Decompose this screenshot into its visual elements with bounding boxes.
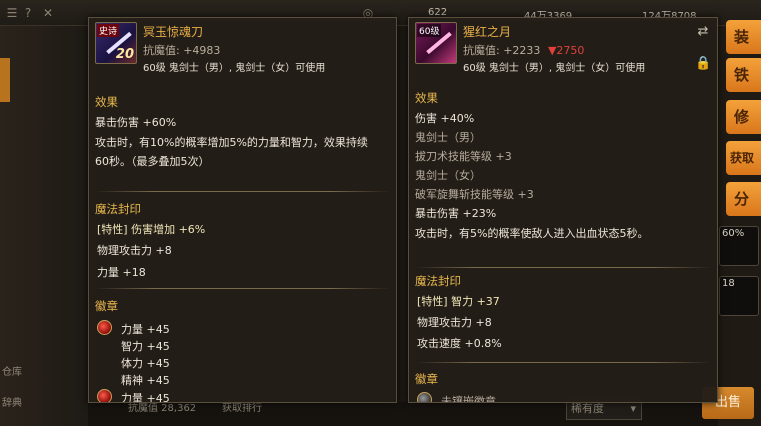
- sort-select-value: 稀有度: [571, 402, 604, 415]
- divider: [95, 191, 390, 192]
- item-name: 猩红之月: [463, 25, 512, 39]
- lock-icon[interactable]: 🔒: [695, 56, 711, 72]
- slot-label: 60%: [722, 228, 745, 239]
- sidebar-active-tab[interactable]: [0, 58, 10, 102]
- emblem-header: 徽章: [415, 372, 438, 386]
- sidebar-item-warehouse[interactable]: 仓库: [2, 363, 22, 378]
- emblem-line: 力量 +45: [121, 392, 170, 403]
- help-icon[interactable]: ?: [20, 5, 36, 21]
- share-icon[interactable]: ⇄: [695, 24, 711, 40]
- effect-line: 破军旋舞斩技能等级 +3: [415, 188, 534, 201]
- seal-header: 魔法封印: [415, 274, 461, 288]
- seal-line: 攻击速度 +0.8%: [417, 337, 502, 350]
- effect-line: 伤害 +40%: [415, 112, 475, 125]
- emblem-line: 智力 +45: [121, 340, 170, 353]
- effect-line: 攻击时，有10%的概率增加5%的力量和智力，效果持续: [95, 136, 368, 149]
- effect-line: 暴击伤害 +60%: [95, 116, 177, 129]
- item-icon: 史诗 20: [95, 22, 137, 64]
- effect-header: 效果: [95, 95, 118, 109]
- emblem-line: 精神 +45: [121, 374, 170, 387]
- effect-line: 暴击伤害 +23%: [415, 207, 497, 220]
- divider: [415, 362, 711, 363]
- resist-number: +4983: [183, 44, 221, 57]
- emblem-line: 力量 +45: [121, 323, 170, 336]
- item-name: 冥玉惊魂刀: [143, 25, 204, 39]
- sidebar-item-dict[interactable]: 辞典: [2, 394, 22, 409]
- rarity-badge: 史诗: [97, 24, 120, 37]
- menu-icon[interactable]: ☰: [4, 5, 20, 21]
- effect-header: 效果: [415, 91, 438, 105]
- effect-line: 攻击时，有5%的概率使敌人进入出血状态5秒。: [415, 227, 649, 240]
- seal-line: 力量 +18: [97, 266, 146, 279]
- inventory-slot[interactable]: 18: [719, 276, 759, 316]
- effect-line: 拔刀术技能等级 +3: [415, 150, 512, 163]
- seal-line: 物理攻击力 +8: [97, 244, 172, 257]
- resist-label: 抗魔值:: [463, 44, 500, 57]
- divider: [95, 288, 390, 289]
- seal-line: 物理攻击力 +8: [417, 316, 492, 329]
- resist-label: 抗魔值:: [143, 44, 180, 57]
- effect-line: 鬼剑士（女）: [415, 169, 481, 182]
- equip-button[interactable]: 装: [726, 20, 761, 54]
- seal-line: [特性] 伤害增加 +6%: [97, 223, 206, 236]
- requirement: 60级 鬼剑士（男）, 鬼剑士（女）可使用: [143, 63, 326, 74]
- iron-button[interactable]: 铁: [726, 58, 761, 92]
- resist-value: 抗魔值: +2233 ▼2750: [463, 42, 584, 58]
- emblem-icon: [97, 389, 112, 402]
- resist-value: 抗魔值: +4983: [143, 42, 220, 58]
- emblem-line: 体力 +45: [121, 357, 170, 370]
- emblem-line: 未镶嵌徽章: [441, 395, 496, 403]
- effect-line: 鬼剑士（男）: [415, 131, 481, 144]
- inventory-slot[interactable]: 60%: [719, 226, 759, 266]
- obtain-button[interactable]: 获取: [726, 141, 761, 175]
- level-badge: 60级: [417, 24, 442, 37]
- emblem-icon: [417, 392, 432, 402]
- enhance-level: 20: [115, 47, 134, 62]
- slot-label: 18: [722, 278, 735, 289]
- repair-button[interactable]: 修: [726, 100, 761, 134]
- item-tooltip-compare: 60级 猩红之月 抗魔值: +2233 ▼2750 60级 鬼剑士（男）, 鬼剑…: [408, 17, 718, 403]
- close-icon[interactable]: ✕: [40, 5, 56, 21]
- resist-diff: ▼2750: [547, 44, 585, 57]
- effect-line: 60秒。（最多叠加5次）: [95, 155, 210, 168]
- requirement: 60级 鬼剑士（男）, 鬼剑士（女）可使用: [463, 63, 646, 74]
- left-sidebar: 仓库 辞典: [0, 26, 88, 426]
- seal-line: [特性] 智力 +37: [417, 295, 500, 308]
- emblem-header: 徽章: [95, 299, 118, 313]
- split-button[interactable]: 分: [726, 182, 761, 216]
- item-icon: 60级: [415, 22, 457, 64]
- emblem-icon: [97, 320, 112, 335]
- divider: [415, 267, 711, 268]
- resist-number: +2233: [503, 44, 541, 57]
- item-tooltip-equipped: 史诗 20 冥玉惊魂刀 抗魔值: +4983 60级 鬼剑士（男）, 鬼剑士（女…: [88, 17, 397, 403]
- seal-header: 魔法封印: [95, 202, 141, 216]
